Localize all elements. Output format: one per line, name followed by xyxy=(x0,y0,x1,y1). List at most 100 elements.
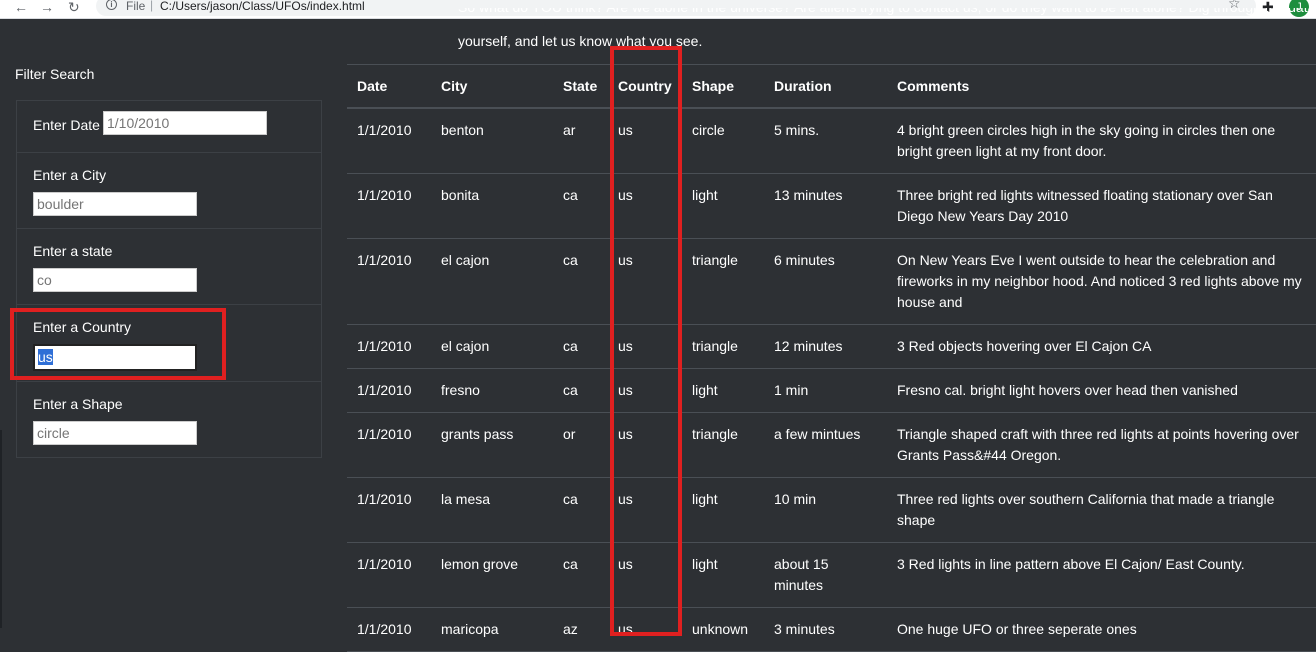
cell-shape: light xyxy=(692,187,718,203)
table-row: 1/1/2010 lemon grove ca us light about 15 min… xyxy=(347,543,1316,608)
cell-comments: 3 Red objects hovering over El Cajon CA xyxy=(897,338,1152,354)
cell-city: benton xyxy=(441,122,484,138)
cell-state: ca xyxy=(563,252,578,268)
cell-date: 1/1/2010 xyxy=(357,491,412,507)
header-country[interactable]: Country xyxy=(608,65,682,109)
city-label: Enter a City xyxy=(33,167,107,183)
cell-duration: 6 minutes xyxy=(774,252,835,268)
cell-country: us xyxy=(618,491,633,507)
cell-date: 1/1/2010 xyxy=(357,621,412,637)
intro-paragraph: So what do YOU think? Are we alone in th… xyxy=(458,8,1316,50)
cell-duration: 3 minutes xyxy=(774,621,835,637)
table-row: 1/1/2010 el cajon ca us triangle 6 minutes On … xyxy=(347,239,1316,325)
cell-duration: about 15 minutes xyxy=(774,556,829,593)
header-row: Date City State Country Shape Duration C… xyxy=(347,64,1316,109)
cell-comments: Triangle shaped craft with three red lig… xyxy=(897,426,1299,463)
table-header: Date City State Country Shape Duration C… xyxy=(347,64,1316,109)
cell-comments: 4 bright green circles high in the sky g… xyxy=(897,122,1276,159)
cell-date: 1/1/2010 xyxy=(357,187,412,203)
cell-duration: 12 minutes xyxy=(774,338,843,354)
filter-date-row: Enter Date xyxy=(17,101,321,153)
table-row: 1/1/2010 fresno ca us light 1 min Fresno cal. … xyxy=(347,369,1316,413)
cell-comments: 3 Red lights in line pattern above El Ca… xyxy=(897,556,1245,572)
cell-shape: triangle xyxy=(692,426,738,442)
cell-comments: Three red lights over southern Californi… xyxy=(897,491,1275,528)
table-row: 1/1/2010 la mesa ca us light 10 min Three red … xyxy=(347,478,1316,543)
intro-line-1: So what do YOU think? Are we alone in th… xyxy=(458,8,1315,18)
table-row: 1/1/2010 grants pass or us triangle a few min… xyxy=(347,413,1316,478)
url-text[interactable]: C:/Users/jason/Class/UFOs/index.html xyxy=(160,0,365,13)
cell-date: 1/1/2010 xyxy=(357,122,412,138)
cell-state: ca xyxy=(563,556,578,572)
country-label: Enter a Country xyxy=(33,319,132,335)
cell-shape: light xyxy=(692,556,718,572)
cell-state: ca xyxy=(563,382,578,398)
shape-input[interactable] xyxy=(33,421,197,445)
info-icon[interactable]: i xyxy=(106,0,117,10)
state-input[interactable] xyxy=(33,268,197,292)
cell-city: maricopa xyxy=(441,621,499,637)
cell-duration: 1 min xyxy=(774,382,809,398)
header-city[interactable]: City xyxy=(431,65,553,109)
header-duration[interactable]: Duration xyxy=(764,65,887,109)
header-shape[interactable]: Shape xyxy=(682,65,764,109)
intro-line-2: yourself, and let us know what you see. xyxy=(458,33,703,49)
cell-date: 1/1/2010 xyxy=(357,426,412,442)
cell-city: fresno xyxy=(441,382,480,398)
filter-shape-row: Enter a Shape xyxy=(17,381,321,457)
country-input[interactable]: us xyxy=(33,344,197,371)
cell-state: az xyxy=(563,621,578,637)
date-input[interactable] xyxy=(103,111,267,135)
forward-icon[interactable]: → xyxy=(40,0,54,15)
cell-state: or xyxy=(563,426,576,442)
cell-duration: 10 min xyxy=(774,491,817,507)
cell-country: us xyxy=(618,426,633,442)
table-row: 1/1/2010 el cajon ca us triangle 12 minutes 3 … xyxy=(347,325,1316,369)
cell-city: el cajon xyxy=(441,338,490,354)
cell-duration: 5 mins. xyxy=(774,122,820,138)
filter-country-row: Enter a Country us xyxy=(17,304,321,382)
cell-country: us xyxy=(618,187,633,203)
filter-panel: Enter Date Enter a City Enter a state En… xyxy=(16,100,322,458)
header-state[interactable]: State xyxy=(553,65,608,109)
cell-date: 1/1/2010 xyxy=(357,382,412,398)
cell-shape: triangle xyxy=(692,252,738,268)
cell-shape: light xyxy=(692,491,718,507)
cell-country: us xyxy=(618,621,633,637)
cell-state: ar xyxy=(563,122,576,138)
cell-comments: One huge UFO or three seperate ones xyxy=(897,621,1137,637)
header-comments[interactable]: Comments xyxy=(887,65,1316,109)
cell-country: us xyxy=(618,338,633,354)
back-icon[interactable]: ← xyxy=(14,0,28,15)
cell-country: us xyxy=(618,382,633,398)
city-input[interactable] xyxy=(33,192,197,216)
cell-comments: On New Years Eve I went outside to hear … xyxy=(897,252,1302,310)
cell-shape: triangle xyxy=(692,338,738,354)
table-row: 1/1/2010 benton ar us circle 5 mins. 4 bright … xyxy=(347,108,1316,174)
reload-icon[interactable]: ↻ xyxy=(68,0,80,15)
cell-state: ca xyxy=(563,338,578,354)
cell-duration: a few mintues xyxy=(774,426,861,442)
filter-state-row: Enter a state xyxy=(17,228,321,305)
header-date[interactable]: Date xyxy=(347,65,431,109)
cell-city: grants pass xyxy=(441,426,514,442)
cell-state: ca xyxy=(563,187,578,203)
country-input-value: us xyxy=(38,349,53,365)
cell-city: bonita xyxy=(441,187,480,203)
cell-country: us xyxy=(618,556,633,572)
table-body: 1/1/2010 benton ar us circle 5 mins. 4 bright … xyxy=(347,108,1316,652)
cell-comments: Three bright red lights witnessed floati… xyxy=(897,187,1273,224)
cell-shape: unknown xyxy=(692,621,749,637)
cell-city: la mesa xyxy=(441,491,491,507)
page-left-edge xyxy=(0,430,2,628)
cell-date: 1/1/2010 xyxy=(357,556,412,572)
cell-country: us xyxy=(618,252,633,268)
table-row: 1/1/2010 bonita ca us light 13 minutes Three b… xyxy=(347,174,1316,239)
cell-shape: circle xyxy=(692,122,725,138)
cell-city: el cajon xyxy=(441,252,490,268)
table-row: 1/1/2010 maricopa az us unknown 3 minutes One … xyxy=(347,608,1316,652)
filter-search-title: Filter Search xyxy=(15,66,95,82)
cell-shape: light xyxy=(692,382,718,398)
shape-label: Enter a Shape xyxy=(33,396,123,412)
date-label: Enter Date xyxy=(33,117,100,133)
